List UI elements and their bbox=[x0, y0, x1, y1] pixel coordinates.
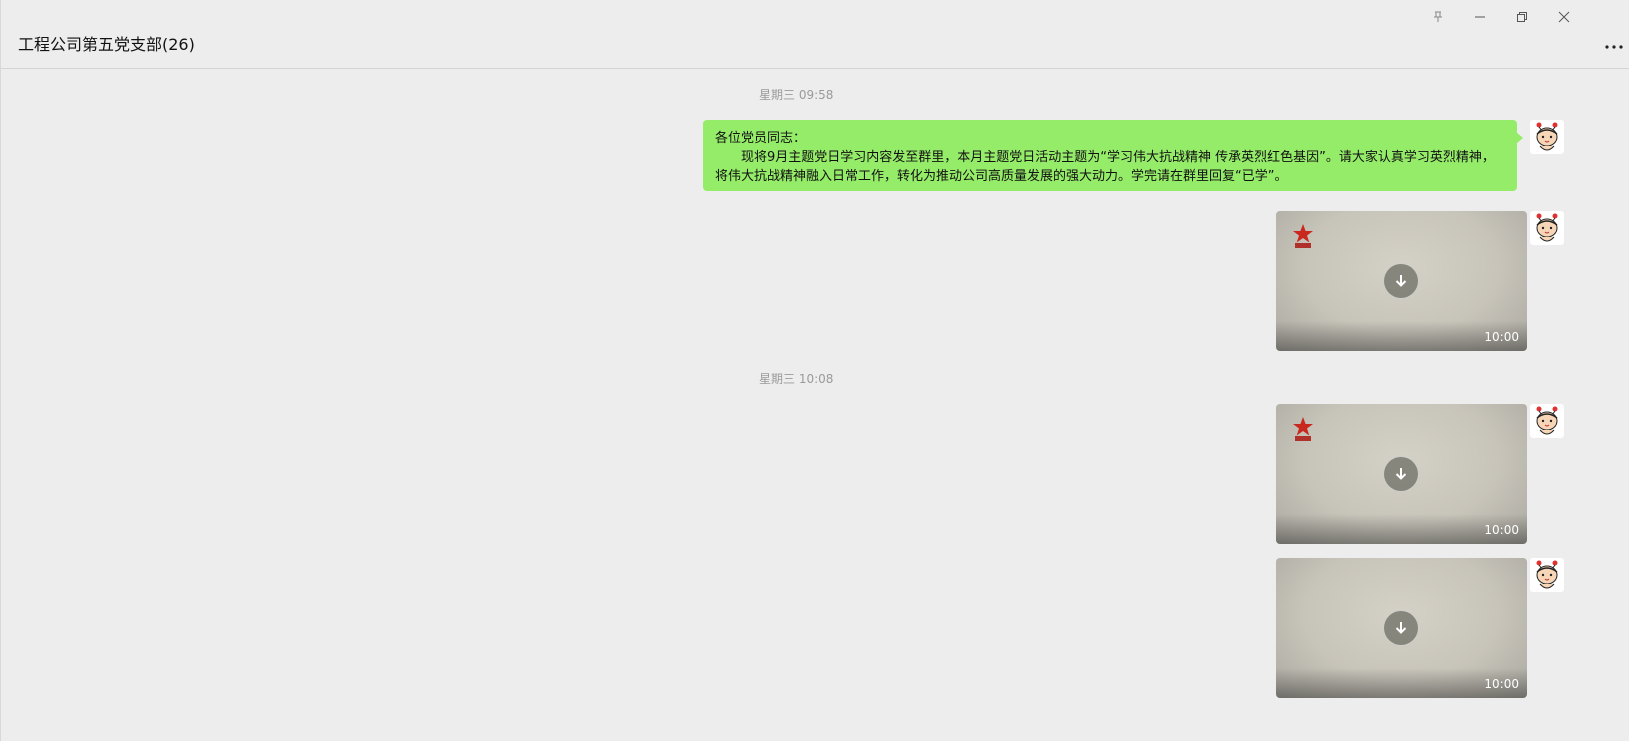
avatar[interactable] bbox=[1530, 558, 1564, 592]
cartoon-girl-avatar-icon bbox=[1536, 122, 1558, 151]
more-icon bbox=[1605, 45, 1623, 49]
cartoon-girl-avatar-icon bbox=[1536, 560, 1558, 589]
text-message-bubble[interactable]: 各位党员同志： 现将9月主题党日学习内容发至群里，本月主题党日活动主题为“学习伟… bbox=[703, 120, 1523, 191]
message-line: 各位党员同志： bbox=[715, 131, 807, 146]
download-icon bbox=[1395, 622, 1407, 634]
download-button[interactable] bbox=[1383, 456, 1419, 492]
timestamp: 星期三 10:08 bbox=[759, 372, 834, 386]
star-logo-icon bbox=[1293, 224, 1313, 248]
video-message[interactable]: 10:00 bbox=[1276, 211, 1527, 351]
more-button[interactable] bbox=[1602, 38, 1626, 56]
cartoon-girl-avatar-icon bbox=[1536, 213, 1558, 242]
video-message[interactable]: 10:00 bbox=[1276, 558, 1527, 698]
chat-header: 工程公司第五党支部(26) bbox=[1, 0, 1629, 69]
download-icon bbox=[1395, 468, 1407, 480]
restore-icon bbox=[1517, 12, 1527, 22]
video-duration: 10:00 bbox=[1484, 330, 1519, 344]
minimize-icon bbox=[1475, 16, 1485, 18]
cartoon-girl-avatar-icon bbox=[1536, 406, 1558, 435]
close-icon bbox=[1558, 11, 1570, 23]
video-duration: 10:00 bbox=[1484, 523, 1519, 537]
video-message[interactable]: 10:00 bbox=[1276, 404, 1527, 544]
chat-title: 工程公司第五党支部(26) bbox=[18, 35, 195, 54]
pin-button[interactable] bbox=[1426, 8, 1450, 26]
star-logo-icon bbox=[1293, 417, 1313, 441]
download-icon bbox=[1395, 275, 1407, 287]
avatar[interactable] bbox=[1530, 120, 1564, 154]
chat-window: 工程公司第五党支部(26) 星期三 09:58 各位党员同志： 现将9月主题党日… bbox=[0, 0, 1629, 741]
message-line: 现将9月主题党日学习内容发至群里，本月主题党日活动主题为“学习伟大抗战精神 传承… bbox=[715, 150, 1495, 184]
close-button[interactable] bbox=[1552, 8, 1576, 26]
download-button[interactable] bbox=[1383, 610, 1419, 646]
timestamp: 星期三 09:58 bbox=[759, 88, 834, 102]
minimize-button[interactable] bbox=[1468, 8, 1492, 26]
video-duration: 10:00 bbox=[1484, 677, 1519, 691]
bubble-tail bbox=[1516, 132, 1523, 144]
download-button[interactable] bbox=[1383, 263, 1419, 299]
avatar[interactable] bbox=[1530, 404, 1564, 438]
avatar[interactable] bbox=[1530, 211, 1564, 245]
restore-button[interactable] bbox=[1510, 8, 1534, 26]
pin-icon bbox=[1434, 11, 1442, 22]
